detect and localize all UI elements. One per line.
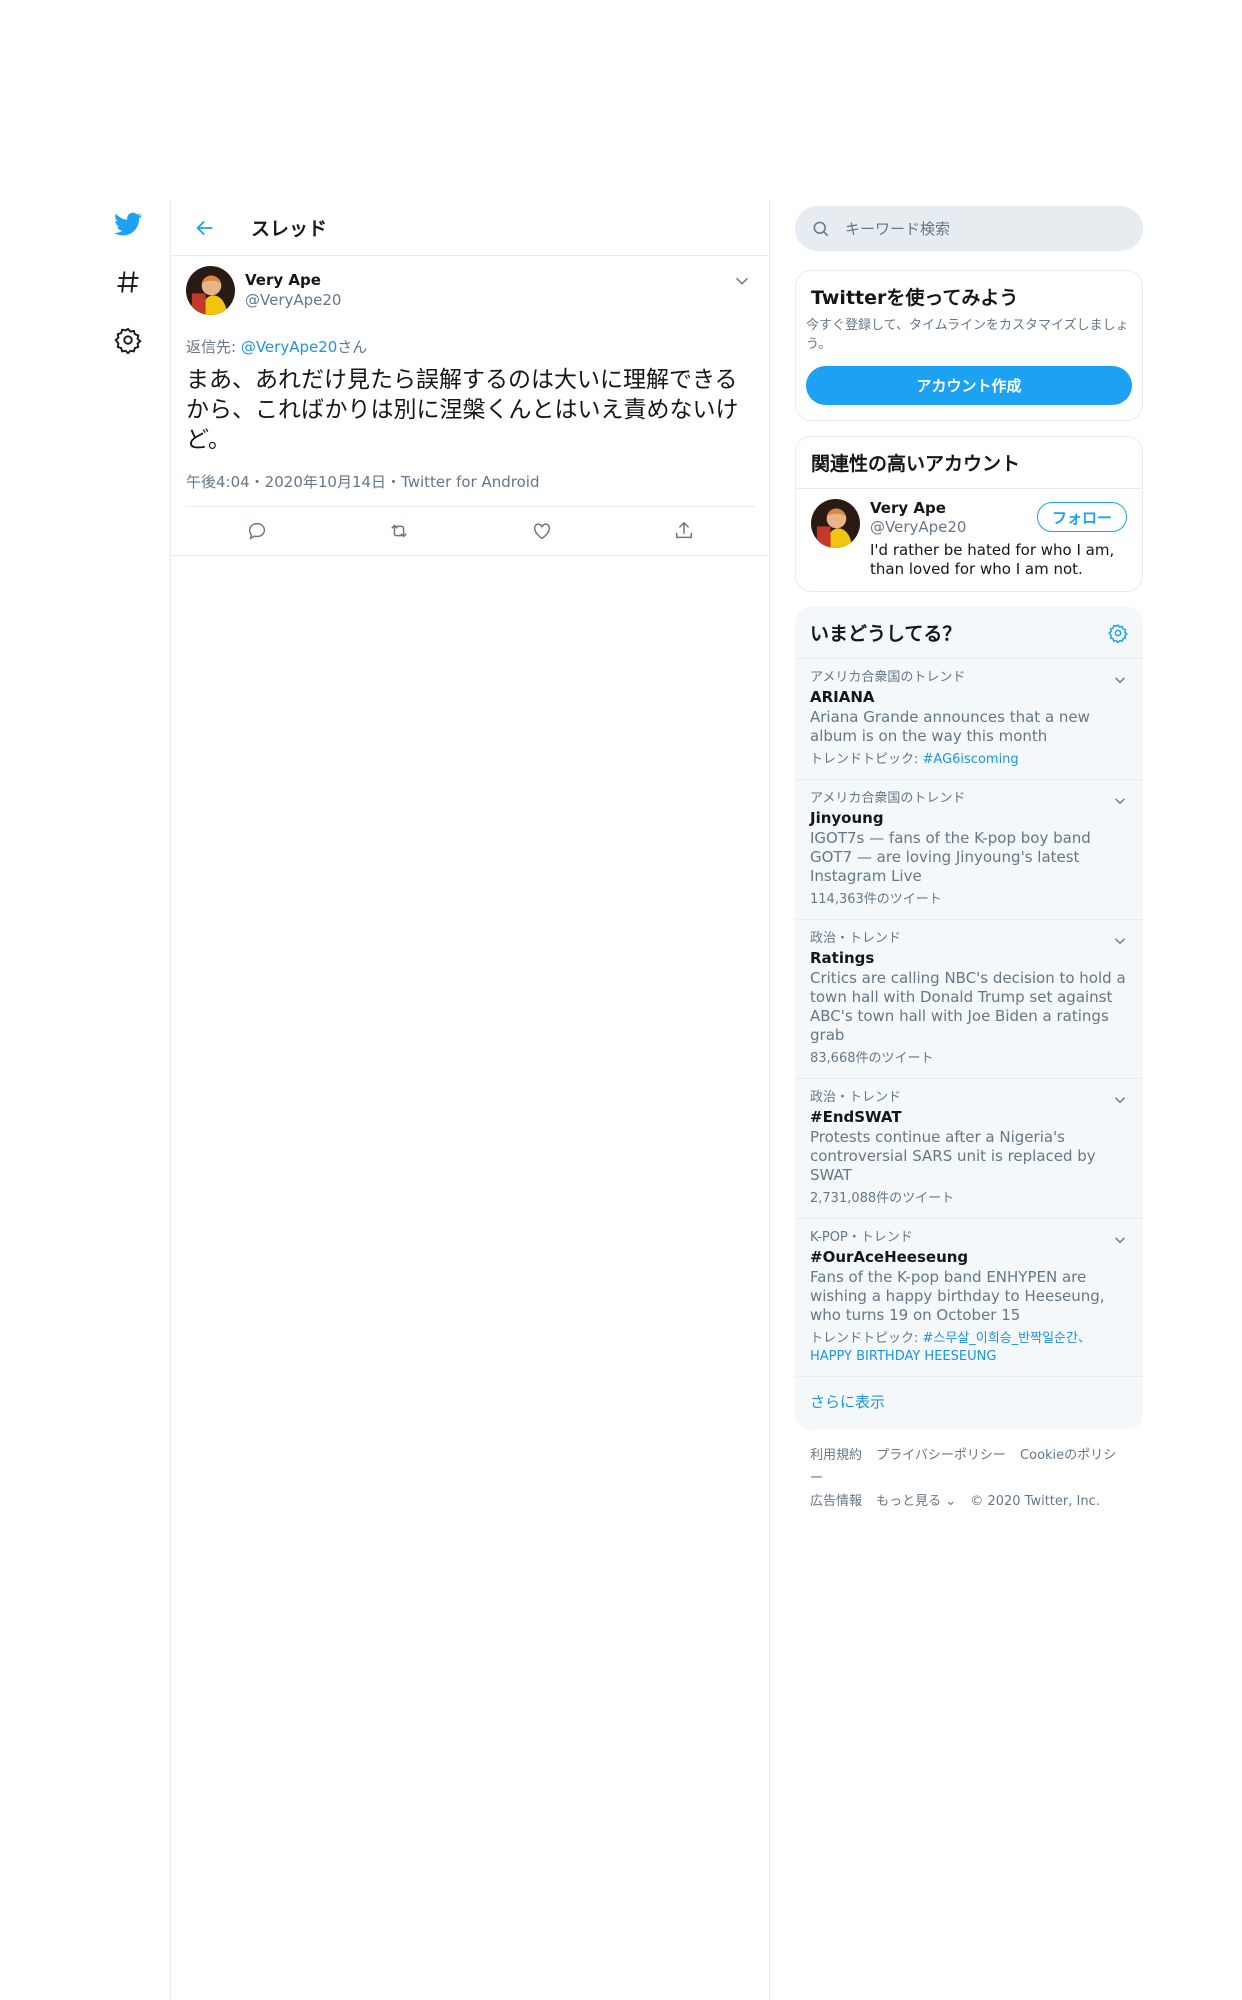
trend-count-text: 114,363件のツイート	[810, 892, 942, 907]
signup-title: Twitterを使ってみよう	[811, 287, 1019, 309]
trend-item[interactable]: 政治・トレンド #EndSWAT Protests continue after…	[795, 1079, 1143, 1219]
related-avatar[interactable]	[811, 499, 860, 548]
trend-name[interactable]: Jinyoung	[810, 808, 1128, 828]
search-icon	[813, 221, 829, 236]
page-title: スレッド	[251, 218, 328, 240]
sidebar: Twitterを使ってみよう 今すぐ登録して、タイムラインをカスタマイズしましょ…	[795, 206, 1143, 1513]
trend-count-text: 83,668件のツイート	[810, 1051, 934, 1066]
trend-item[interactable]: アメリカ合衆国のトレンド Jinyoung IGOT7s — fans of t…	[795, 780, 1143, 920]
retweet-icon	[391, 524, 408, 538]
author-handle[interactable]: @VeryApe20	[245, 290, 341, 310]
trend-count: 83,668件のツイート	[810, 1050, 1128, 1068]
chevron-down-icon[interactable]	[1111, 671, 1129, 689]
footer-copyright: © 2020 Twitter, Inc.	[970, 1494, 1100, 1509]
gear-icon[interactable]	[1108, 623, 1128, 643]
chevron-down-icon[interactable]	[1111, 1231, 1129, 1249]
chevron-down-icon[interactable]	[1111, 932, 1129, 950]
trend-count: 2,731,088件のツイート	[810, 1190, 1128, 1208]
trend-context: K-POP・トレンド	[810, 1230, 913, 1245]
main-column: スレッド Very Ape @VeryApe20 返信先: @VeryApe20…	[170, 200, 770, 2000]
trend-item[interactable]: アメリカ合衆国のトレンド ARIANA Ariana Grande announ…	[795, 659, 1143, 780]
search-input[interactable]	[845, 219, 1105, 238]
retweet-button[interactable]	[328, 520, 470, 542]
trend-name[interactable]: #OurAceHeeseung	[810, 1247, 1128, 1267]
footer-link-privacy[interactable]: プライバシーポリシー	[876, 1448, 1006, 1463]
reply-icon	[249, 522, 266, 540]
trends-title: いまどうしてる？	[810, 623, 962, 645]
signup-description: 今すぐ登録して、タイムラインをカスタマイズしましょう。	[806, 318, 1129, 352]
trend-name[interactable]: Ratings	[810, 948, 1128, 968]
share-icon	[675, 521, 692, 539]
trend-description: Fans of the K-pop band ENHYPEN are wishi…	[810, 1268, 1105, 1324]
trends-card: いまどうしてる？ アメリカ合衆国のトレンド ARIANA Ariana Gran…	[795, 607, 1143, 1430]
related-account[interactable]: Very Ape @VeryApe20 I'd rather be hated …	[796, 489, 1142, 591]
trend-description: Ariana Grande announces that a new album…	[810, 708, 1090, 745]
trend-context: 政治・トレンド	[810, 1090, 902, 1105]
reply-suffix: さん	[337, 338, 368, 356]
reply-button[interactable]	[186, 520, 328, 542]
gear-icon[interactable]	[112, 324, 144, 356]
trend-item[interactable]: K-POP・トレンド #OurAceHeeseung Fans of the K…	[795, 1219, 1143, 1377]
trend-count: トレンドトピック: #스무살_이희승_반짝일순간、HAPPY BIRTHDAY …	[810, 1330, 1128, 1366]
share-button[interactable]	[613, 520, 755, 542]
trend-topic-link[interactable]: #AG6iscoming	[923, 752, 1019, 767]
chevron-down-icon[interactable]	[1111, 1091, 1129, 1109]
related-bio: I'd rather be hated for who I am, than l…	[870, 541, 1115, 578]
search-box[interactable]	[795, 206, 1143, 251]
back-button[interactable]	[189, 212, 221, 244]
tweet: Very Ape @VeryApe20 返信先: @VeryApe20さん まあ…	[171, 256, 769, 556]
like-button[interactable]	[471, 520, 613, 542]
heart-icon	[533, 523, 550, 540]
tweet-text: まあ、あれだけ見たら誤解するのは大いに理解できるから、こればかりは別に涅槃くんと…	[186, 367, 739, 453]
trend-name[interactable]: ARIANA	[810, 687, 1128, 707]
related-accounts-title: 関連性の高いアカウント	[796, 437, 1142, 489]
tweet-actions	[186, 507, 755, 555]
trend-count-text: トレンドトピック:	[810, 1331, 923, 1346]
related-accounts-card: 関連性の高いアカウント Very Ape @VeryApe20 I'd rath…	[795, 436, 1143, 592]
create-account-button[interactable]: アカウント作成	[806, 366, 1132, 405]
footer-link-more[interactable]: もっと見る ⌄	[876, 1494, 956, 1509]
trend-item[interactable]: 政治・トレンド Ratings Critics are calling NBC'…	[795, 920, 1143, 1079]
trend-description: IGOT7s — fans of the K-pop boy band GOT7…	[810, 829, 1091, 885]
trend-count-text: 2,731,088件のツイート	[810, 1191, 955, 1206]
trend-description: Critics are calling NBC's decision to ho…	[810, 969, 1126, 1044]
arrow-left-icon	[196, 220, 213, 235]
footer-link-terms[interactable]: 利用規約	[810, 1448, 862, 1463]
trend-context: 政治・トレンド	[810, 931, 902, 946]
trend-count: 114,363件のツイート	[810, 891, 1128, 909]
tweet-timestamp[interactable]: 午後4:04・2020年10月14日・Twitter for Android	[186, 471, 755, 507]
author-name[interactable]: Very Ape	[245, 270, 341, 290]
reply-prefix: 返信先:	[186, 338, 241, 356]
hashtag-icon[interactable]	[112, 266, 144, 298]
chevron-down-icon[interactable]	[1111, 792, 1129, 810]
trend-description: Protests continue after a Nigeria's cont…	[810, 1128, 1096, 1184]
twitter-logo-icon[interactable]	[112, 208, 144, 240]
follow-button[interactable]: フォロー	[1037, 502, 1127, 532]
footer: 利用規約 プライバシーポリシー Cookieのポリシー 広告情報 もっと見る ⌄…	[795, 1444, 1143, 1513]
trend-context: アメリカ合衆国のトレンド	[810, 670, 966, 685]
reply-to-line: 返信先: @VeryApe20さん	[186, 336, 755, 357]
reply-handle-link[interactable]: @VeryApe20	[241, 338, 337, 356]
show-more-link[interactable]: さらに表示	[795, 1377, 1143, 1430]
trends-header: いまどうしてる？	[795, 607, 1143, 659]
avatar[interactable]	[186, 266, 235, 315]
chevron-down-icon	[735, 277, 749, 285]
footer-link-ads[interactable]: 広告情報	[810, 1494, 862, 1509]
trend-count: トレンドトピック: #AG6iscoming	[810, 751, 1128, 769]
signup-card: Twitterを使ってみよう 今すぐ登録して、タイムラインをカスタマイズしましょ…	[795, 270, 1143, 421]
thread-header: スレッド	[171, 200, 769, 256]
tweet-menu-button[interactable]	[731, 270, 753, 292]
trend-context: アメリカ合衆国のトレンド	[810, 791, 966, 806]
trend-name[interactable]: #EndSWAT	[810, 1107, 1128, 1127]
trend-count-text: トレンドトピック:	[810, 752, 923, 767]
